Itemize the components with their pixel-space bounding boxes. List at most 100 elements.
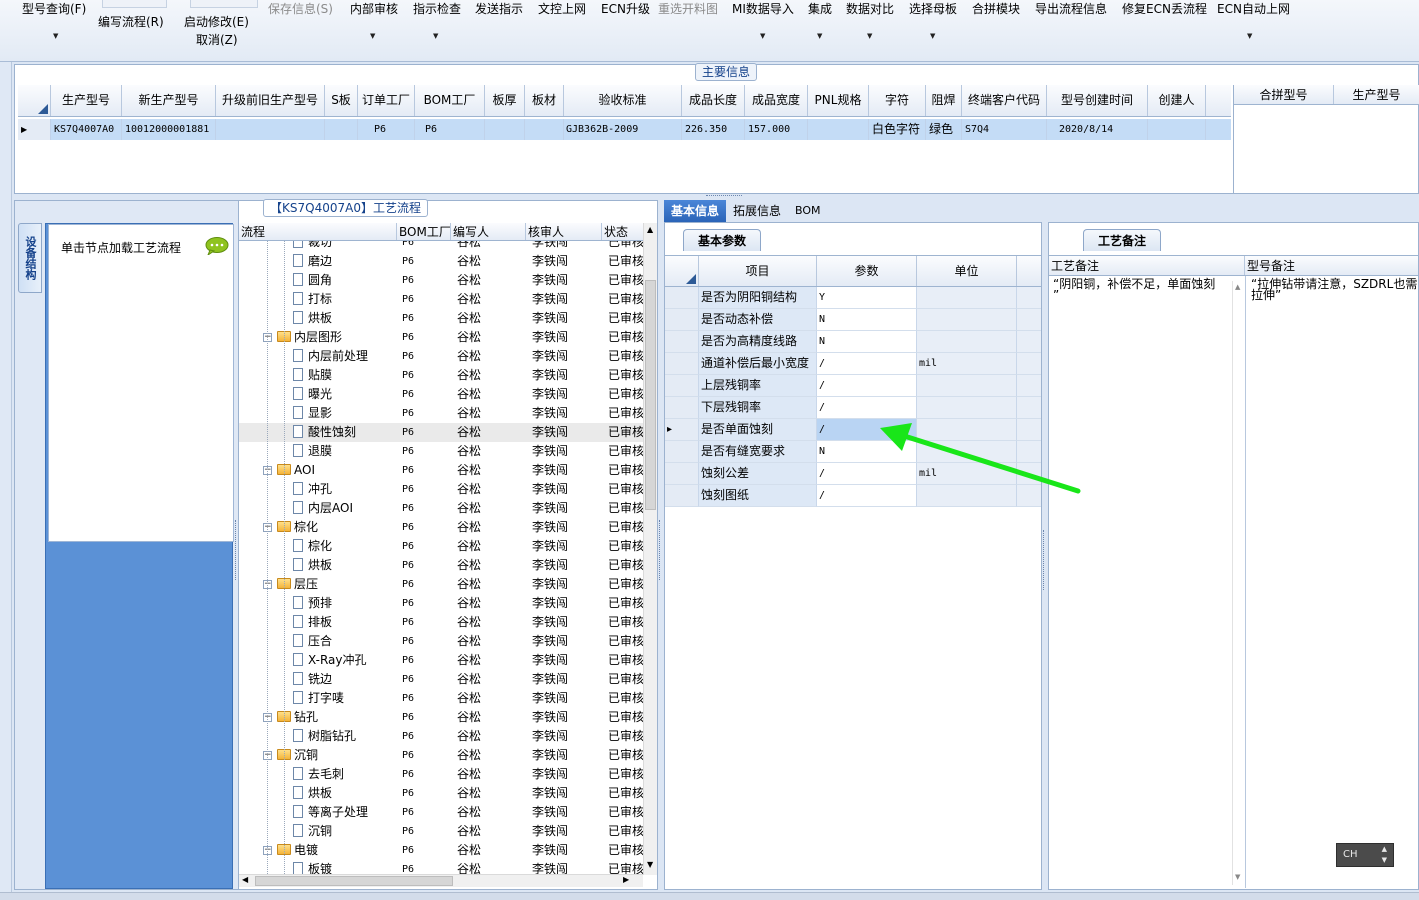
toolbar-cancel[interactable]: 取消(Z): [196, 31, 238, 48]
toolbar-internal-review[interactable]: 内部审核: [350, 0, 398, 17]
toolbar-data-compare[interactable]: 数据对比: [846, 0, 894, 17]
process-note-text[interactable]: “阴阳铜，补偿不足，单面蚀刻 ”: [1053, 278, 1215, 301]
process-scroll-thumb[interactable]: [645, 280, 656, 510]
tree-folder-row[interactable]: − 电镀 P6 谷松 李铁闯 已审核: [239, 841, 643, 860]
tree-folder-row[interactable]: − 沉铜 P6 谷松 李铁闯 已审核: [239, 746, 643, 765]
toolbar-export-flow[interactable]: 导出流程信息: [1035, 0, 1107, 17]
tree-step-row[interactable]: 打字唛 P6 谷松 李铁闯 已审核: [239, 689, 643, 708]
tab-process-notes[interactable]: 工艺备注: [1083, 229, 1162, 251]
param-value[interactable]: N: [817, 331, 917, 353]
dropdown-arrow-icon[interactable]: ▼: [53, 32, 58, 40]
scroll-up-icon[interactable]: ▲: [1235, 283, 1240, 291]
tree-step-row[interactable]: 棕化 P6 谷松 李铁闯 已审核: [239, 537, 643, 556]
tab-basic-info[interactable]: 基本信息: [664, 200, 727, 222]
tree-step-row[interactable]: 烘板 P6 谷松 李铁闯 已审核: [239, 556, 643, 575]
col-acceptance-standard[interactable]: 验收标准: [564, 85, 682, 116]
tree-step-row[interactable]: 等离子处理 P6 谷松 李铁闯 已审核: [239, 803, 643, 822]
toolbar-start-modify[interactable]: 启动修改(E): [184, 13, 249, 30]
tree-step-row[interactable]: 烘板 P6 谷松 李铁闯 已审核: [239, 784, 643, 803]
tree-folder-row[interactable]: − 内层图形 P6 谷松 李铁闯 已审核: [239, 328, 643, 347]
col-model-created-time[interactable]: 型号创建时间: [1047, 85, 1148, 116]
col-merge-production-model[interactable]: 生产型号: [1334, 85, 1419, 104]
param-value[interactable]: N: [817, 309, 917, 331]
tree-step-row[interactable]: 磨边 P6 谷松 李铁闯 已审核: [239, 252, 643, 271]
note-scrollbar[interactable]: ▲ ▼: [1232, 281, 1244, 885]
tree-step-row[interactable]: 排板 P6 谷松 李铁闯 已审核: [239, 613, 643, 632]
col-item[interactable]: 项目: [699, 256, 817, 286]
tree-step-row[interactable]: 打标 P6 谷松 李铁闯 已审核: [239, 290, 643, 309]
tree-step-row[interactable]: 酸性蚀刻 P6 谷松 李铁闯 已审核: [239, 423, 643, 442]
tab-extended-info[interactable]: 拓展信息: [726, 200, 788, 222]
tree-step-row[interactable]: 裁切 P6 谷松 李铁闯 已审核: [239, 241, 643, 252]
scroll-right-icon[interactable]: ▶: [623, 875, 629, 884]
toolbar-ecn-auto-online[interactable]: ECN自动上网: [1217, 0, 1290, 17]
ime-spinner-icon[interactable]: ▲ ▼: [1382, 844, 1387, 866]
toolbar-select-master[interactable]: 选择母板: [909, 0, 957, 17]
splitter-handle[interactable]: [659, 520, 662, 580]
param-row[interactable]: 上层残铜率 /: [665, 375, 1041, 397]
model-note-text[interactable]: “拉伸钻带请注意，SZDRL也需 拉伸”: [1251, 278, 1417, 301]
toolbar-doc-control-online[interactable]: 文控上网: [538, 0, 586, 17]
dropdown-arrow-icon[interactable]: ▼: [760, 32, 765, 40]
tree-step-row[interactable]: 沉铜 P6 谷松 李铁闯 已审核: [239, 822, 643, 841]
dropdown-arrow-icon[interactable]: ▼: [370, 32, 375, 40]
process-vertical-scrollbar[interactable]: ▲ ▼: [643, 223, 657, 875]
tree-step-row[interactable]: 烘板 P6 谷松 李铁闯 已审核: [239, 309, 643, 328]
scroll-down-icon[interactable]: ▼: [647, 860, 653, 869]
param-row[interactable]: 是否为阴阳铜结构 Y: [665, 287, 1041, 309]
col-pnl-spec[interactable]: PNL规格: [808, 85, 869, 116]
col-board-material[interactable]: 板材: [525, 85, 564, 116]
ime-indicator[interactable]: CH ▲ ▼: [1336, 843, 1394, 867]
toolbar-instruction-check[interactable]: 指示检查: [413, 0, 461, 17]
tree-step-row[interactable]: 曝光 P6 谷松 李铁闯 已审核: [239, 385, 643, 404]
tree-folder-row[interactable]: − 钻孔 P6 谷松 李铁闯 已审核: [239, 708, 643, 727]
col-characters[interactable]: 字符: [869, 85, 926, 116]
tree-step-row[interactable]: 圆角 P6 谷松 李铁闯 已审核: [239, 271, 643, 290]
col-solder-mask[interactable]: 阻焊: [926, 85, 962, 116]
tree-step-row[interactable]: 树脂钻孔 P6 谷松 李铁闯 已审核: [239, 727, 643, 746]
col-board-thickness[interactable]: 板厚: [485, 85, 525, 116]
toolbar-send-instruction[interactable]: 发送指示: [475, 0, 523, 17]
col-reviewer[interactable]: 核审人: [526, 223, 602, 240]
scroll-up-icon[interactable]: ▲: [647, 225, 653, 234]
tree-step-row[interactable]: 预排 P6 谷松 李铁闯 已审核: [239, 594, 643, 613]
col-product-width[interactable]: 成品宽度: [745, 85, 808, 116]
tree-folder-row[interactable]: − 棕化 P6 谷松 李铁闯 已审核: [239, 518, 643, 537]
tab-equipment-structure[interactable]: 设备结构: [18, 223, 42, 293]
dropdown-arrow-icon[interactable]: ▼: [867, 32, 872, 40]
param-row[interactable]: 是否动态补偿 N: [665, 309, 1041, 331]
tab-bom[interactable]: BOM: [788, 200, 828, 222]
tree-step-row[interactable]: 显影 P6 谷松 李铁闯 已审核: [239, 404, 643, 423]
col-author[interactable]: 编写人: [451, 223, 526, 240]
col-end-customer-code[interactable]: 终端客户代码: [962, 85, 1047, 116]
tree-step-row[interactable]: 铣边 P6 谷松 李铁闯 已审核: [239, 670, 643, 689]
col-production-model[interactable]: 生产型号: [51, 85, 122, 116]
scroll-down-icon[interactable]: ▼: [1235, 873, 1240, 881]
main-info-row[interactable]: ▶ KS7Q4007A0 10012000001881 P6 P6 GJB362…: [18, 119, 1231, 140]
toolbar-repair-ecn[interactable]: 修复ECN丢流程: [1122, 0, 1207, 17]
col-param[interactable]: 参数: [817, 256, 917, 286]
tree-step-row[interactable]: 去毛刺 P6 谷松 李铁闯 已审核: [239, 765, 643, 784]
toolbar-reselect-cutting[interactable]: 重选开料图: [658, 0, 718, 17]
param-value[interactable]: /: [817, 375, 917, 397]
splitter-handle[interactable]: [235, 520, 238, 580]
col-old-production-model[interactable]: 升级前旧生产型号: [216, 85, 325, 116]
col-bom-factory[interactable]: BOM工厂: [415, 85, 485, 116]
param-value[interactable]: /: [817, 353, 917, 375]
tree-step-row[interactable]: 贴膜 P6 谷松 李铁闯 已审核: [239, 366, 643, 385]
dropdown-arrow-icon[interactable]: ▼: [817, 32, 822, 40]
col-new-production-model[interactable]: 新生产型号: [122, 85, 216, 116]
scroll-left-icon[interactable]: ◀: [242, 875, 248, 884]
dropdown-arrow-icon[interactable]: ▼: [433, 32, 438, 40]
process-horizontal-scrollbar[interactable]: ◀ ▶: [239, 874, 643, 887]
tree-step-row[interactable]: 内层AOI P6 谷松 李铁闯 已审核: [239, 499, 643, 518]
param-value[interactable]: Y: [817, 287, 917, 309]
toolbar-model-query[interactable]: 型号查询(F): [22, 0, 86, 17]
col-order-factory[interactable]: 订单工厂: [358, 85, 415, 116]
param-row[interactable]: 通道补偿后最小宽度 / mil: [665, 353, 1041, 375]
toolbar-merge-module[interactable]: 合拼模块: [972, 0, 1020, 17]
tree-folder-row[interactable]: − AOI P6 谷松 李铁闯 已审核: [239, 461, 643, 480]
dropdown-arrow-icon[interactable]: ▼: [1247, 32, 1252, 40]
process-hscroll-thumb[interactable]: [255, 876, 453, 886]
toolbar-save-info[interactable]: 保存信息(S): [268, 0, 333, 17]
